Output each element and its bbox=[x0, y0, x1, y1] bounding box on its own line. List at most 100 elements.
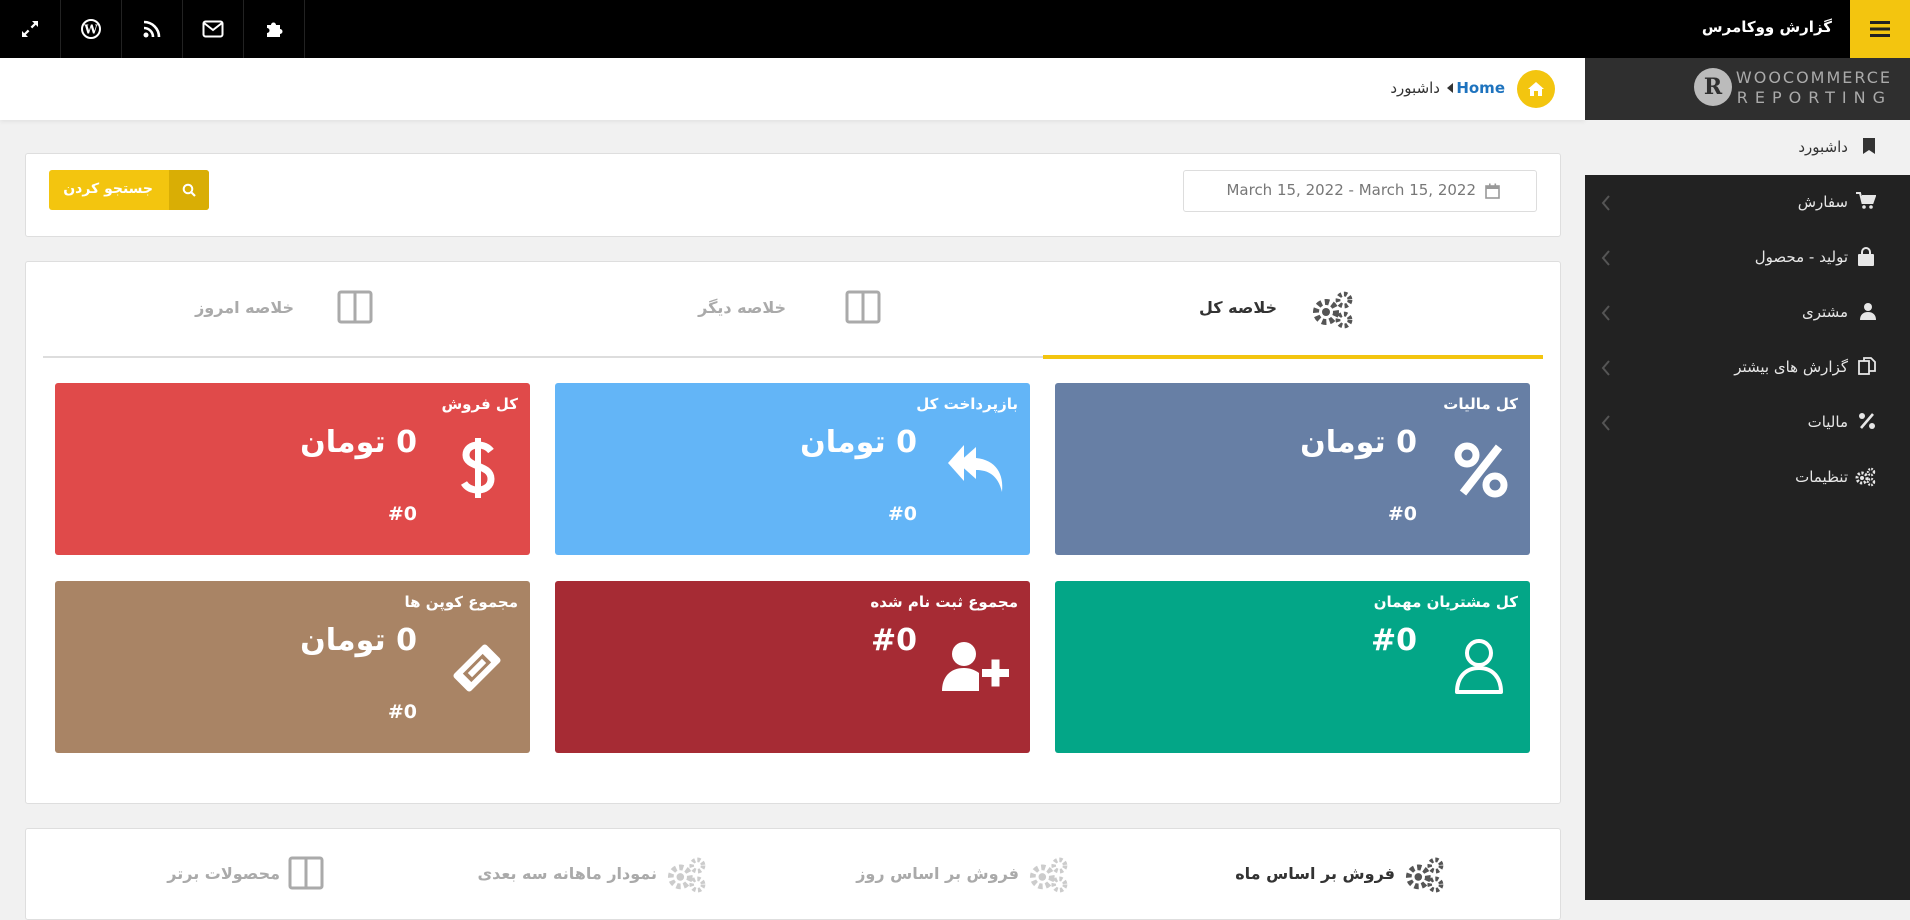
sidebar-item-dashboard[interactable]: داشبورد bbox=[1585, 120, 1910, 175]
summary-panel: خلاصه کل خلاصه دیگر خلاصه امروز کل مالیا… bbox=[25, 261, 1561, 804]
search-button[interactable]: جستجو کردن bbox=[49, 170, 209, 210]
card-title: مجموع کوپن ها bbox=[404, 593, 518, 611]
logo-text-line1: WOOCOMMERCE bbox=[1735, 68, 1892, 87]
calendar-icon bbox=[1485, 183, 1500, 199]
envelope-icon[interactable] bbox=[183, 0, 244, 58]
tab-today-summary[interactable]: خلاصه امروز bbox=[43, 262, 543, 357]
chevron-left-icon bbox=[1601, 250, 1611, 266]
sidebar-item-customer[interactable]: مشتری bbox=[1585, 285, 1910, 340]
app-title: گزارش ووکامرس bbox=[1701, 18, 1832, 36]
tab-3d-monthly-chart[interactable]: نمودار ماهانه سه بعدی bbox=[426, 829, 726, 899]
columns-icon bbox=[845, 290, 881, 324]
card-guest-customers: کل مشتریان مهمان #0 bbox=[1055, 581, 1530, 753]
date-range-value: March 15, 2022 - March 15, 2022 bbox=[1226, 181, 1476, 199]
ticket-icon bbox=[448, 639, 506, 697]
card-total-refund: بازپرداخت کل 0 تومان #0 bbox=[555, 383, 1030, 555]
sidebar-item-label: تنظیمات bbox=[1795, 468, 1848, 486]
chevron-left-icon bbox=[1601, 415, 1611, 431]
wordpress-icon[interactable]: W bbox=[61, 0, 122, 58]
sidebar-item-label: مالیات bbox=[1807, 413, 1848, 431]
tab-label: خلاصه کل bbox=[1199, 298, 1277, 317]
puzzle-icon[interactable] bbox=[244, 0, 305, 58]
cart-icon bbox=[1856, 192, 1876, 210]
rss-icon[interactable] bbox=[122, 0, 183, 58]
sidebar-item-label: سفارش bbox=[1797, 193, 1848, 211]
logo-mark: R bbox=[1694, 68, 1732, 106]
card-count: #0 bbox=[387, 503, 417, 525]
sidebar-item-settings[interactable]: تنظیمات bbox=[1585, 450, 1910, 505]
card-total-tax: کل مالیات 0 تومان #0 bbox=[1055, 383, 1530, 555]
card-count: #0 bbox=[887, 503, 917, 525]
menu-icon bbox=[1870, 21, 1890, 37]
sidebar-item-label: داشبورد bbox=[1798, 138, 1848, 156]
chart-tabs-panel: فروش بر اساس ماه فروش بر اساس روز نمودار… bbox=[25, 828, 1561, 920]
hamburger-menu-button[interactable] bbox=[1850, 0, 1910, 58]
logo: R WOOCOMMERCE REPORTING bbox=[1585, 58, 1910, 120]
user-outline-icon bbox=[1454, 637, 1504, 695]
top-bar: W گزارش ووکامرس bbox=[0, 0, 1910, 58]
user-icon bbox=[1860, 302, 1876, 320]
search-button-label: جستجو کردن bbox=[63, 181, 153, 197]
card-title: کل مالیات bbox=[1443, 395, 1518, 413]
search-icon bbox=[169, 170, 209, 210]
date-range-input[interactable]: March 15, 2022 - March 15, 2022 bbox=[1183, 170, 1537, 212]
columns-icon bbox=[337, 290, 373, 324]
caret-left-icon bbox=[1447, 83, 1453, 93]
copy-icon bbox=[1858, 357, 1876, 375]
tab-label: فروش بر اساس روز bbox=[856, 864, 1019, 883]
breadcrumb-home-link[interactable]: Home bbox=[1456, 79, 1505, 97]
home-icon[interactable] bbox=[1517, 70, 1555, 108]
gears-icon bbox=[1854, 467, 1876, 487]
filter-panel: March 15, 2022 - March 15, 2022 جستجو کر… bbox=[25, 153, 1561, 237]
card-title: کل فروش bbox=[441, 395, 518, 413]
chevron-left-icon bbox=[1601, 360, 1611, 376]
card-count: #0 bbox=[387, 701, 417, 723]
sidebar-item-more-reports[interactable]: گزارش های بیشتر bbox=[1585, 340, 1910, 395]
card-value: #0 bbox=[1370, 623, 1417, 658]
breadcrumb-current: داشبورد bbox=[1390, 79, 1440, 97]
tab-label: نمودار ماهانه سه بعدی bbox=[477, 864, 658, 883]
gears-icon bbox=[1403, 856, 1445, 894]
card-coupons-total: مجموع کوپن ها 0 تومان #0 bbox=[55, 581, 530, 753]
sidebar-item-label: مشتری bbox=[1802, 303, 1848, 321]
tab-label: فروش بر اساس ماه bbox=[1235, 864, 1395, 883]
columns-icon bbox=[288, 856, 324, 890]
user-plus-icon bbox=[942, 641, 1010, 693]
tab-sales-by-day[interactable]: فروش بر اساس روز bbox=[786, 829, 1086, 899]
card-total-sales: کل فروش 0 تومان #0 bbox=[55, 383, 530, 555]
card-title: بازپرداخت کل bbox=[916, 395, 1018, 413]
tab-total-summary[interactable]: خلاصه کل bbox=[1043, 262, 1543, 357]
shopping-bag-icon bbox=[1856, 247, 1876, 267]
card-registered-total: مجموع ثبت نام شده #0 bbox=[555, 581, 1030, 753]
card-value: 0 تومان bbox=[1300, 425, 1417, 460]
tab-sales-by-month[interactable]: فروش بر اساس ماه bbox=[1166, 829, 1466, 899]
card-value: #0 bbox=[870, 623, 917, 658]
tab-label: خلاصه دیگر bbox=[698, 298, 786, 317]
card-value: 0 تومان bbox=[800, 425, 917, 460]
sidebar-item-products[interactable]: تولید - محصول bbox=[1585, 230, 1910, 285]
expand-icon[interactable] bbox=[0, 0, 61, 58]
sidebar-item-label: گزارش های بیشتر bbox=[1734, 358, 1848, 376]
chevron-left-icon bbox=[1601, 195, 1611, 211]
dollar-icon bbox=[460, 437, 496, 499]
card-value: 0 تومان bbox=[300, 425, 417, 460]
tab-active-indicator bbox=[1043, 355, 1543, 359]
bookmark-icon bbox=[1862, 137, 1876, 155]
tab-top-products[interactable]: محصولات برتر bbox=[66, 829, 366, 899]
reply-all-icon bbox=[946, 443, 1008, 497]
sidebar: R WOOCOMMERCE REPORTING داشبورد سفارش تو… bbox=[1585, 58, 1910, 900]
gears-icon bbox=[1027, 856, 1069, 894]
card-title: مجموع ثبت نام شده bbox=[870, 593, 1018, 611]
gears-icon bbox=[665, 856, 707, 894]
card-title: کل مشتریان مهمان bbox=[1373, 593, 1518, 611]
card-value: 0 تومان bbox=[300, 623, 417, 658]
card-count: #0 bbox=[1387, 503, 1417, 525]
sidebar-item-tax[interactable]: مالیات bbox=[1585, 395, 1910, 450]
percent-icon bbox=[1454, 441, 1508, 499]
sidebar-item-orders[interactable]: سفارش bbox=[1585, 175, 1910, 230]
logo-text-line2: REPORTING bbox=[1736, 88, 1892, 107]
tab-other-summary[interactable]: خلاصه دیگر bbox=[543, 262, 1043, 357]
percent-icon bbox=[1858, 412, 1876, 430]
sidebar-item-label: تولید - محصول bbox=[1754, 248, 1848, 266]
tab-label: خلاصه امروز bbox=[195, 298, 294, 317]
